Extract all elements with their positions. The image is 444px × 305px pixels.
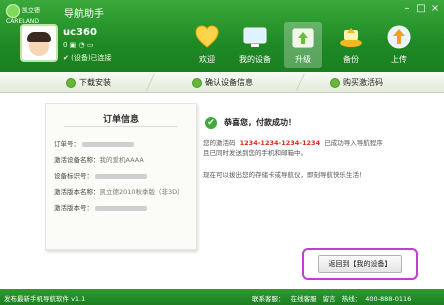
step-separator bbox=[136, 74, 155, 90]
order-row-device-name: 激活设备名称：我的爱机AAAA bbox=[54, 154, 144, 164]
upload-icon bbox=[387, 25, 411, 49]
avatar-hair bbox=[27, 32, 51, 42]
step-check-icon bbox=[66, 77, 76, 88]
msg-text: 您的激活码 bbox=[203, 139, 236, 147]
order-row-number: 订单号： bbox=[54, 138, 135, 148]
logo-text: 凯立德 bbox=[22, 7, 41, 15]
msg-text: 已成功导入导航程序 bbox=[324, 139, 383, 147]
step-separator bbox=[286, 74, 305, 90]
main-content: 订单信息 订单号： 激活设备名称：我的爱机AAAA 设备标识号： 激活版本名称：… bbox=[0, 93, 444, 289]
order-row-version-name: 激活版本名称：凯立德2010秋季版（非3D） bbox=[54, 186, 184, 196]
heart-icon bbox=[195, 25, 219, 48]
upgrade-icon bbox=[292, 28, 314, 48]
row-label: 设备标识号： bbox=[54, 172, 93, 180]
row-label: 激活设备名称： bbox=[54, 156, 100, 164]
row-label: 订单号： bbox=[54, 140, 80, 148]
row-label: 激活版本号： bbox=[54, 204, 93, 212]
step-label: 确认设备信息 bbox=[205, 78, 253, 87]
nav-label: 欢迎 bbox=[199, 55, 215, 64]
success-title: 恭喜您，付款成功！ bbox=[224, 118, 296, 127]
nav-label: 上传 bbox=[391, 55, 407, 64]
step-confirm-device: 确认设备信息 bbox=[192, 77, 253, 88]
order-row-version-number: 激活版本号： bbox=[54, 202, 148, 212]
instruction-message: 现在可以拔出您的存储卡或导航仪，即刻导航快乐生活！ bbox=[203, 171, 366, 179]
redacted-value bbox=[82, 141, 135, 147]
phone-number: 400-888-0116 bbox=[365, 295, 412, 303]
backup-icon bbox=[340, 28, 362, 47]
device-status-text: (设备)已连接 bbox=[71, 54, 112, 62]
row-label: 激活版本名称： bbox=[54, 188, 100, 196]
back-button-highlight: 返回到【我的设备】 bbox=[302, 248, 418, 280]
activation-message: 您的激活码 1234-1234-1234-1234 已成功导入导航程序 bbox=[203, 137, 383, 147]
device-status: ✔ (设备)已连接 bbox=[63, 54, 112, 62]
header-bar: 凯立德 CARELAND 导航助手 – □ × uc360 0 ▣ ◔ ▭ ✔ … bbox=[0, 0, 444, 72]
logo-mark-icon bbox=[6, 4, 20, 18]
step-label: 购买激活码 bbox=[343, 78, 383, 87]
nav-label: 我的设备 bbox=[239, 55, 271, 64]
nav-label: 备份 bbox=[343, 55, 359, 64]
step-check-icon bbox=[330, 77, 340, 88]
user-meta: 0 ▣ ◔ ▭ bbox=[63, 41, 94, 49]
status-bar: 发布最新手机导航软件 v1.1 联系客服： 在线客服 留言 热线： 400-888… bbox=[0, 289, 444, 305]
contact-label: 联系客服： bbox=[252, 295, 285, 303]
avatar[interactable] bbox=[20, 24, 58, 62]
careland-logo: 凯立德 CARELAND bbox=[6, 4, 46, 25]
activation-code: 1234-1234-1234-1234 bbox=[239, 139, 321, 147]
close-button[interactable]: × bbox=[428, 3, 442, 15]
redacted-value bbox=[95, 173, 148, 179]
step-check-icon bbox=[192, 77, 202, 88]
back-to-my-device-button[interactable]: 返回到【我的设备】 bbox=[318, 255, 402, 273]
maximize-button[interactable]: □ bbox=[414, 3, 428, 15]
step-download-install: 下载安装 bbox=[66, 77, 111, 88]
success-check-icon: ✔ bbox=[205, 117, 217, 129]
nav-backup[interactable]: 备份 bbox=[332, 22, 370, 68]
monitor-icon bbox=[243, 27, 267, 47]
divider bbox=[64, 126, 178, 127]
activation-message-2: 且已同时发送到您的手机和邮箱中。 bbox=[203, 149, 307, 157]
step-label: 下载安装 bbox=[79, 78, 111, 87]
row-value: 凯立德2010秋季版（非3D） bbox=[99, 188, 184, 196]
guestbook-link[interactable]: 留言 bbox=[323, 295, 336, 303]
order-row-device-id: 设备标识号： bbox=[54, 170, 148, 180]
nav-label: 升级 bbox=[295, 55, 311, 64]
progress-steps: 下载安装 确认设备信息 购买激活码 bbox=[0, 72, 444, 93]
order-title: 订单信息 bbox=[102, 115, 139, 125]
contact-info: 联系客服： 在线客服 留言 热线： 400-888-0116 bbox=[252, 293, 415, 303]
nav-my-device[interactable]: 我的设备 bbox=[236, 22, 274, 68]
nav-welcome[interactable]: 欢迎 bbox=[188, 22, 226, 68]
phone-label: 热线： bbox=[341, 295, 362, 303]
minimize-button[interactable]: – bbox=[400, 3, 414, 15]
order-receipt: 订单信息 订单号： 激活设备名称：我的爱机AAAA 设备标识号： 激活版本名称：… bbox=[45, 103, 197, 250]
app-window: 凯立德 CARELAND 导航助手 – □ × uc360 0 ▣ ◔ ▭ ✔ … bbox=[0, 0, 444, 305]
app-title: 导航助手 bbox=[64, 9, 104, 20]
online-service-link[interactable]: 在线客服 bbox=[291, 295, 317, 303]
nav-upgrade[interactable]: 升级 bbox=[284, 22, 322, 68]
release-link[interactable]: 发布最新手机导航软件 v1.1 bbox=[4, 293, 85, 303]
redacted-value bbox=[95, 205, 148, 211]
username: uc360 bbox=[63, 27, 97, 38]
row-value: 我的爱机AAAA bbox=[99, 156, 144, 164]
step-buy-activation: 购买激活码 bbox=[330, 77, 383, 88]
nav-upload[interactable]: 上传 bbox=[380, 22, 418, 68]
